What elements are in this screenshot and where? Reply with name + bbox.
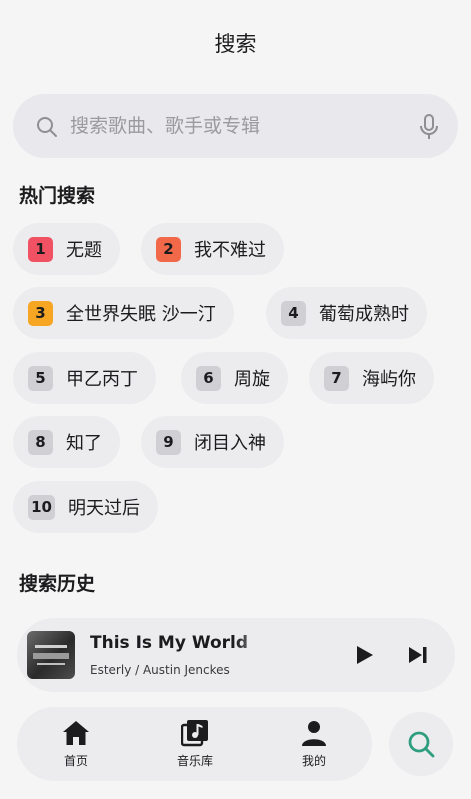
title-fade (235, 634, 295, 654)
hot-search-label: 全世界失眠 沙一汀 (66, 304, 216, 325)
hot-search-item-7[interactable]: 7 海屿你 (309, 352, 434, 404)
hot-search-item-2[interactable]: 2 我不难过 (141, 223, 284, 275)
hot-search-label: 周旋 (234, 369, 270, 390)
microphone-icon[interactable] (418, 114, 440, 140)
rank-badge: 5 (28, 365, 53, 391)
search-history-title: 搜索历史 (19, 573, 96, 595)
skip-next-icon[interactable] (407, 645, 429, 665)
hot-search-item-9[interactable]: 9 闭目入神 (141, 416, 284, 468)
rank-badge: 6 (196, 365, 221, 391)
hot-search-label: 我不难过 (194, 240, 266, 261)
tab-home[interactable]: 首页 (36, 719, 116, 769)
tab-music-library[interactable]: 音乐库 (155, 719, 235, 769)
rank-badge: 10 (28, 494, 55, 520)
play-icon[interactable] (353, 644, 375, 666)
hot-search-label: 无题 (66, 240, 102, 261)
music-library-icon (181, 720, 208, 747)
search-bar[interactable] (13, 94, 458, 158)
rank-badge: 3 (28, 300, 53, 326)
hot-search-item-10[interactable]: 10 明天过后 (13, 481, 158, 533)
hot-search-item-4[interactable]: 4 葡萄成熟时 (266, 287, 427, 339)
hot-search-label: 甲乙丙丁 (66, 369, 138, 390)
hot-search-label: 葡萄成熟时 (319, 304, 409, 325)
song-artist: Esterly / Austin Jenckes (90, 663, 230, 677)
person-icon (302, 721, 326, 746)
hot-search-item-3[interactable]: 3 全世界失眠 沙一汀 (13, 287, 234, 339)
hot-search-label: 明天过后 (68, 498, 140, 519)
tab-label: 我的 (301, 754, 326, 768)
now-playing-bar[interactable]: This Is My World Esterly / Austin Jencke… (17, 618, 455, 692)
search-icon (37, 117, 57, 137)
home-icon (63, 721, 89, 745)
hot-search-item-5[interactable]: 5 甲乙丙丁 (13, 352, 156, 404)
tab-label: 首页 (63, 754, 88, 768)
hot-search-label: 海屿你 (362, 369, 416, 390)
rank-badge: 9 (156, 429, 181, 455)
hot-search-item-6[interactable]: 6 周旋 (181, 352, 288, 404)
hot-search-title: 热门搜索 (19, 185, 96, 207)
search-tab-button[interactable] (389, 712, 453, 776)
search-input[interactable] (70, 108, 400, 144)
search-icon (408, 731, 435, 758)
tab-label: 音乐库 (176, 754, 213, 768)
hot-search-label: 知了 (66, 433, 102, 454)
hot-search-item-1[interactable]: 1 无题 (13, 223, 120, 275)
rank-badge: 1 (28, 236, 53, 262)
page-title: 搜索 (214, 32, 257, 56)
rank-badge: 8 (28, 429, 53, 455)
song-title: This Is My World (90, 633, 249, 653)
rank-badge: 2 (156, 236, 181, 262)
hot-search-label: 闭目入神 (194, 433, 266, 454)
album-cover (27, 631, 75, 679)
rank-badge: 4 (281, 300, 306, 326)
hot-search-item-8[interactable]: 8 知了 (13, 416, 120, 468)
tab-me[interactable]: 我的 (274, 719, 354, 769)
rank-badge: 7 (324, 365, 349, 391)
bottom-nav: 首页 音乐库 我的 (17, 707, 372, 781)
